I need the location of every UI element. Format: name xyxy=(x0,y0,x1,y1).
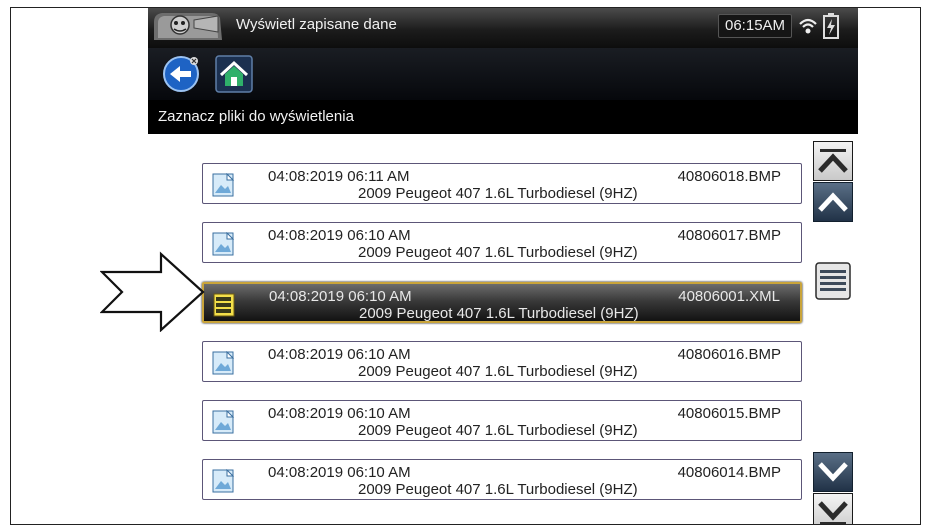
subheader-label: Zaznacz pliki do wyświetlenia xyxy=(158,108,354,125)
file-row[interactable]: 04:08:2019 06:10 AM 40806015.BMP 2009 Pe… xyxy=(202,400,802,441)
device-screen: Wyświetl zapisane dane 06:15AM Zaznacz p… xyxy=(148,8,858,524)
callout-arrow-icon xyxy=(100,251,205,332)
scroll-thumb-icon[interactable] xyxy=(815,262,851,300)
scroll-to-bottom-button[interactable] xyxy=(813,493,853,524)
image-file-icon xyxy=(212,232,234,256)
image-file-icon xyxy=(212,351,234,375)
file-row[interactable]: 04:08:2019 06:10 AM 40806016.BMP 2009 Pe… xyxy=(202,341,802,382)
toolbar xyxy=(148,48,858,100)
file-date: 04:08:2019 06:10 AM xyxy=(268,227,411,244)
subheader-bar: Zaznacz pliki do wyświetlenia xyxy=(148,100,858,134)
file-vehicle: 2009 Peugeot 407 1.6L Turbodiesel (9HZ) xyxy=(359,305,639,322)
file-row[interactable]: 04:08:2019 06:10 AM 40806017.BMP 2009 Pe… xyxy=(202,222,802,263)
scroll-up-button[interactable] xyxy=(813,182,853,222)
file-row-selected[interactable]: 04:08:2019 06:10 AM 40806001.XML 2009 Pe… xyxy=(202,282,802,323)
file-list: 04:08:2019 06:11 AM 40806018.BMP 2009 Pe… xyxy=(148,134,858,524)
battery-charging-icon xyxy=(823,13,839,39)
scroll-down-button[interactable] xyxy=(813,452,853,492)
file-date: 04:08:2019 06:10 AM xyxy=(268,405,411,422)
scroll-down-icon xyxy=(818,462,848,482)
title-bar: Wyświetl zapisane dane 06:15AM xyxy=(148,8,858,48)
file-name: 40806016.BMP xyxy=(677,346,781,363)
wifi-icon xyxy=(799,18,817,34)
image-file-icon xyxy=(212,173,234,197)
file-row[interactable]: 04:08:2019 06:11 AM 40806018.BMP 2009 Pe… xyxy=(202,163,802,204)
file-name: 40806017.BMP xyxy=(677,227,781,244)
file-name: 40806018.BMP xyxy=(677,168,781,185)
file-name: 40806015.BMP xyxy=(677,405,781,422)
image-file-icon xyxy=(212,469,234,493)
file-vehicle: 2009 Peugeot 407 1.6L Turbodiesel (9HZ) xyxy=(358,422,638,439)
scroll-up-icon xyxy=(818,192,848,212)
file-vehicle: 2009 Peugeot 407 1.6L Turbodiesel (9HZ) xyxy=(358,185,638,202)
scroll-to-bottom-icon xyxy=(818,501,848,524)
home-icon[interactable] xyxy=(214,54,254,94)
file-date: 04:08:2019 06:10 AM xyxy=(268,346,411,363)
file-vehicle: 2009 Peugeot 407 1.6L Turbodiesel (9HZ) xyxy=(358,244,638,261)
screen-title: Wyświetl zapisane dane xyxy=(236,16,397,33)
back-arrow-icon[interactable] xyxy=(161,54,201,94)
file-row[interactable]: 04:08:2019 06:10 AM 40806014.BMP 2009 Pe… xyxy=(202,459,802,500)
clock: 06:15AM xyxy=(718,14,793,38)
image-file-icon xyxy=(212,410,234,434)
scroll-to-top-icon xyxy=(818,149,848,173)
file-date: 04:08:2019 06:10 AM xyxy=(268,464,411,481)
file-vehicle: 2009 Peugeot 407 1.6L Turbodiesel (9HZ) xyxy=(358,363,638,380)
file-name: 40806001.XML xyxy=(678,288,780,305)
data-file-icon xyxy=(213,293,235,317)
file-date: 04:08:2019 06:10 AM xyxy=(269,288,412,305)
file-vehicle: 2009 Peugeot 407 1.6L Turbodiesel (9HZ) xyxy=(358,481,638,498)
snap-on-mascot-icon xyxy=(154,13,222,40)
file-date: 04:08:2019 06:11 AM xyxy=(268,168,410,185)
file-name: 40806014.BMP xyxy=(677,464,781,481)
scroll-to-top-button[interactable] xyxy=(813,141,853,181)
